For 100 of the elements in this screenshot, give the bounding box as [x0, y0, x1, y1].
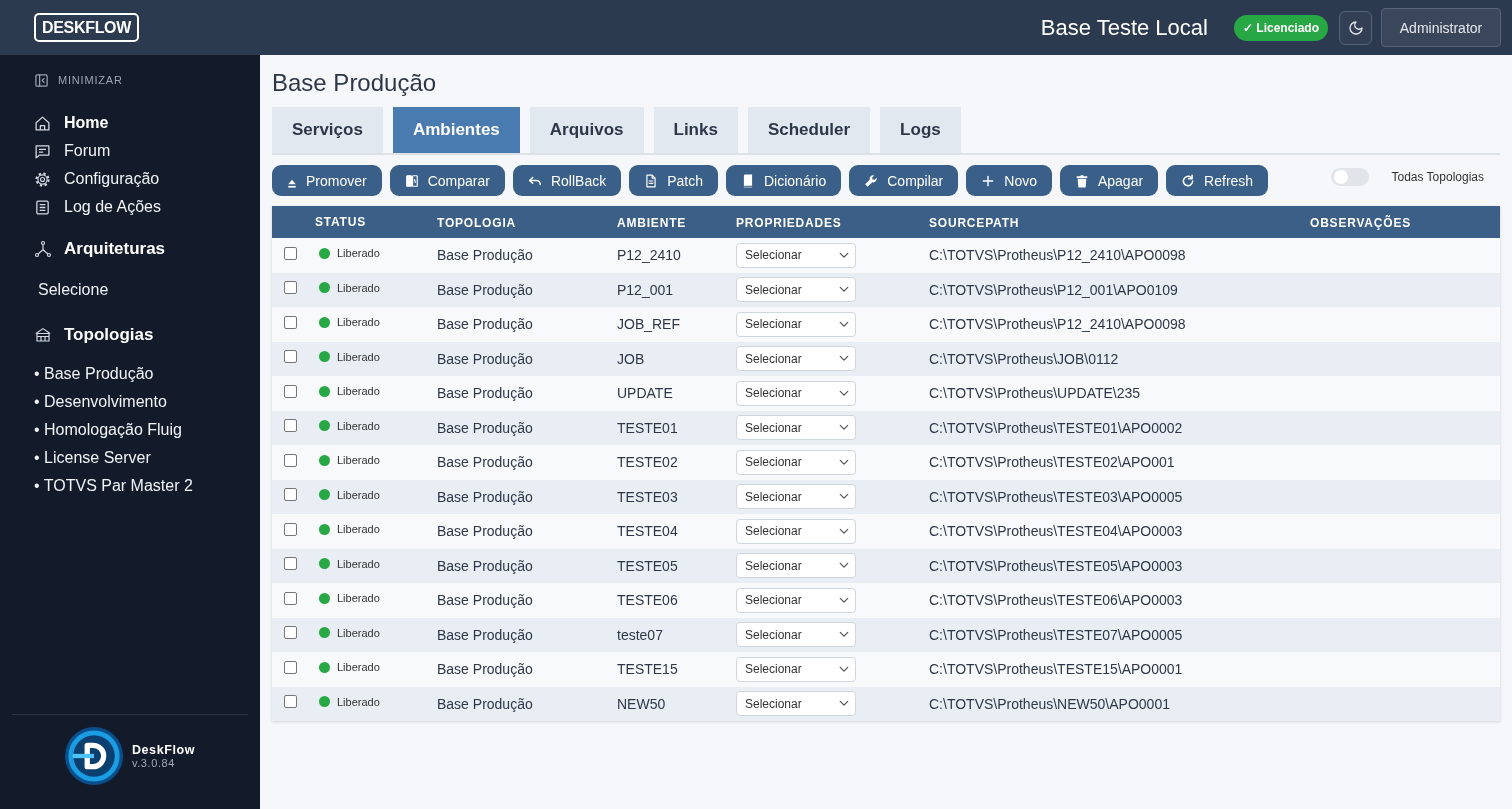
- refresh-icon: [1181, 173, 1196, 188]
- properties-select[interactable]: Selecionar: [736, 242, 856, 268]
- row-checkbox[interactable]: [284, 246, 297, 260]
- tab[interactable]: Links: [653, 107, 738, 153]
- status-label: Liberado: [337, 385, 380, 398]
- properties-select[interactable]: Selecionar: [736, 449, 856, 475]
- column-header: OBSERVAÇÕES: [1310, 216, 1412, 230]
- table-cell: TESTE01: [617, 419, 678, 436]
- theme-toggle-button[interactable]: [1339, 10, 1372, 45]
- chevron-down-icon: [839, 355, 849, 363]
- toolbar-button[interactable]: Refresh: [1166, 165, 1269, 196]
- row-checkbox[interactable]: [284, 453, 297, 467]
- topology-link[interactable]: • Base Produção: [34, 360, 154, 388]
- toolbar-button[interactable]: Promover: [272, 165, 382, 196]
- row-checkbox[interactable]: [284, 591, 297, 605]
- properties-select[interactable]: Selecionar: [736, 622, 856, 648]
- table-cell: C:\TOTVS\Protheus\JOB\0112: [929, 350, 1119, 367]
- plus-icon: [981, 173, 996, 188]
- status-label: Liberado: [337, 247, 380, 260]
- status-label: Liberado: [337, 661, 380, 674]
- document-icon: [644, 173, 659, 188]
- tab[interactable]: Logs: [880, 107, 961, 153]
- tab[interactable]: Serviços: [272, 107, 383, 153]
- nav-link[interactable]: Home: [64, 114, 109, 132]
- properties-select[interactable]: Selecionar: [736, 656, 856, 682]
- properties-select[interactable]: Selecionar: [736, 587, 856, 613]
- table-cell: NEW50: [617, 695, 666, 712]
- toolbar-button[interactable]: Dicionário: [726, 165, 842, 196]
- properties-select[interactable]: Selecionar: [736, 518, 856, 544]
- toolbar-button[interactable]: Compilar: [849, 165, 959, 196]
- properties-select[interactable]: Selecionar: [736, 380, 856, 406]
- status-label: Liberado: [337, 316, 380, 329]
- chevron-down-icon: [839, 286, 849, 294]
- row-checkbox[interactable]: [284, 315, 297, 329]
- properties-select[interactable]: Selecionar: [736, 553, 856, 579]
- properties-select[interactable]: Selecionar: [736, 415, 856, 441]
- table-cell: C:\TOTVS\Protheus\TESTE15\APO0001: [929, 661, 1183, 678]
- row-checkbox[interactable]: [284, 660, 297, 674]
- network-icon: [34, 240, 52, 258]
- table-cell: Base Produção: [437, 626, 533, 643]
- nav-link[interactable]: Log de Ações: [64, 198, 161, 216]
- table-cell: Base Produção: [437, 350, 533, 367]
- topology-link[interactable]: • Desenvolvimento: [34, 388, 167, 416]
- chevron-down-icon: [839, 251, 849, 259]
- table-cell: Base Produção: [437, 385, 533, 402]
- home-icon: [34, 114, 51, 132]
- properties-select[interactable]: Selecionar: [736, 277, 856, 303]
- app-version: v.3.0.84: [131, 757, 177, 769]
- properties-select[interactable]: Selecionar: [736, 311, 856, 337]
- properties-select[interactable]: Selecionar: [736, 691, 856, 717]
- toggle-switch[interactable]: [1331, 167, 1370, 186]
- topology-link[interactable]: • License Server: [34, 444, 151, 472]
- row-checkbox[interactable]: [284, 626, 297, 640]
- toolbar-button[interactable]: Novo: [966, 165, 1052, 196]
- table-cell: C:\TOTVS\Protheus\TESTE06\APO0003: [929, 592, 1183, 609]
- table-cell: C:\TOTVS\Protheus\UPDATE\235: [929, 385, 1141, 402]
- column-header: PROPRIEDADES: [736, 216, 842, 230]
- toolbar-button[interactable]: Patch: [629, 165, 718, 196]
- architecture-select[interactable]: Selecione: [38, 281, 109, 299]
- row-checkbox[interactable]: [284, 695, 297, 709]
- row-checkbox[interactable]: [284, 557, 297, 571]
- properties-select[interactable]: Selecionar: [736, 484, 856, 510]
- toolbar-button[interactable]: RollBack: [512, 165, 622, 196]
- row-checkbox[interactable]: [284, 350, 297, 364]
- topology-link[interactable]: • Homologação Fluig: [34, 416, 182, 444]
- chevron-down-icon: [839, 458, 849, 466]
- row-checkbox[interactable]: [284, 281, 297, 295]
- table-cell: Base Produção: [437, 316, 533, 333]
- logo-icon: [64, 727, 123, 785]
- toolbar-button[interactable]: Apagar: [1059, 165, 1159, 196]
- row-checkbox[interactable]: [284, 522, 297, 536]
- table-cell: Base Produção: [437, 454, 533, 471]
- properties-select[interactable]: Selecionar: [736, 346, 856, 372]
- column-header: AMBIENTE: [617, 216, 687, 230]
- app-name: DeskFlow: [131, 743, 196, 757]
- table-cell: P12_001: [617, 281, 674, 298]
- topology-link[interactable]: • TOTVS Par Master 2: [34, 472, 193, 500]
- table-cell: JOB_REF: [617, 316, 680, 333]
- table-cell: P12_2410: [617, 247, 681, 264]
- table-cell: Base Produção: [437, 488, 533, 505]
- tab[interactable]: Scheduler: [747, 107, 871, 153]
- toolbar-button[interactable]: Comparar: [389, 165, 505, 196]
- chevron-down-icon: [839, 665, 849, 673]
- table-cell: Base Produção: [437, 592, 533, 609]
- table-cell: C:\TOTVS\Protheus\TESTE07\APO0005: [929, 626, 1183, 643]
- tab[interactable]: Ambientes: [392, 107, 520, 153]
- user-button[interactable]: Administrator: [1381, 8, 1501, 47]
- nav-link[interactable]: Forum: [64, 142, 111, 160]
- status-label: Liberado: [337, 695, 380, 708]
- row-checkbox[interactable]: [284, 419, 297, 433]
- row-checkbox[interactable]: [284, 384, 297, 398]
- table-cell: UPDATE: [617, 385, 673, 402]
- page-title: Base Produção: [272, 68, 438, 98]
- nav-link[interactable]: Configuração: [64, 170, 160, 188]
- minimize-link[interactable]: MINIMIZAR: [58, 74, 123, 86]
- tab[interactable]: Arquivos: [529, 107, 644, 153]
- chevron-down-icon: [839, 596, 849, 604]
- row-checkbox[interactable]: [284, 488, 297, 502]
- column-header: SOURCEPATH: [929, 216, 1020, 230]
- column-header: TOPOLOGIA: [437, 216, 516, 230]
